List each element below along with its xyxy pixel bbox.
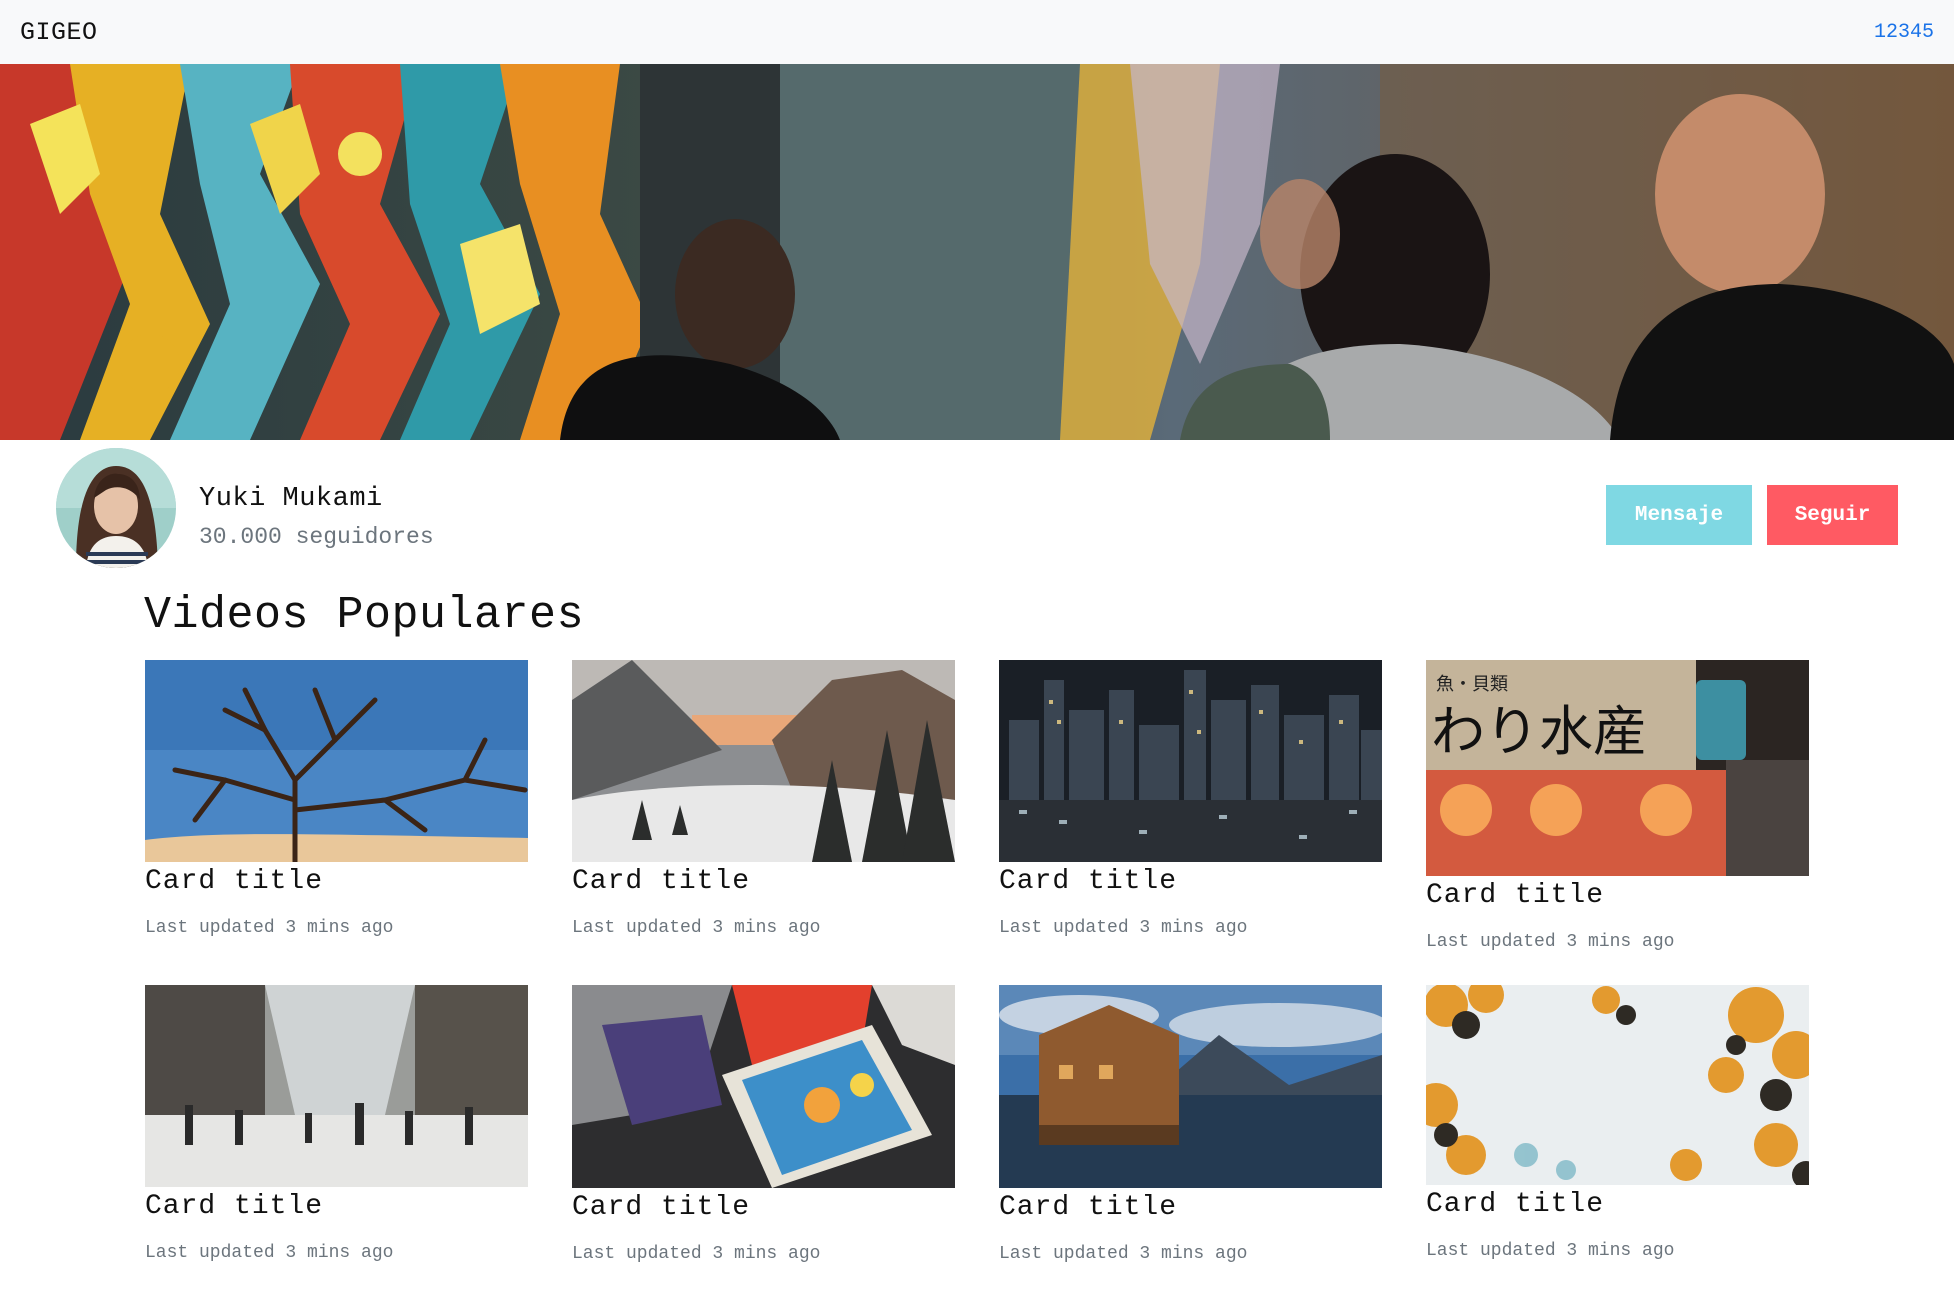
profile-banner-image: [0, 64, 1954, 440]
video-card[interactable]: Card title Last updated 3 mins ago: [572, 660, 955, 938]
card-image-city-night[interactable]: [999, 660, 1382, 862]
card-image-snowy-valley[interactable]: [572, 660, 955, 862]
section-title: Videos Populares: [144, 590, 585, 641]
followers-count: 30.000 seguidores: [199, 524, 434, 550]
video-card[interactable]: Card title Last updated 3 mins ago: [572, 985, 955, 1264]
video-card[interactable]: Card title Last updated 3 mins ago: [999, 985, 1382, 1264]
avatar[interactable]: [56, 448, 176, 568]
follow-button[interactable]: Seguir: [1767, 485, 1898, 545]
card-meta: Last updated 3 mins ago: [999, 918, 1248, 938]
card-title: Card title: [1426, 880, 1605, 911]
brand-logo[interactable]: GIGEO: [20, 18, 98, 47]
card-title: Card title: [572, 866, 751, 897]
nav-link-12345[interactable]: 12345: [1874, 21, 1934, 44]
card-title: Card title: [572, 1192, 751, 1223]
card-title: Card title: [145, 1191, 324, 1222]
card-image-snowy-street[interactable]: [145, 985, 528, 1187]
card-meta: Last updated 3 mins ago: [572, 918, 821, 938]
card-title: Card title: [145, 866, 324, 897]
card-title: Card title: [1426, 1189, 1605, 1220]
message-button[interactable]: Mensaje: [1606, 485, 1752, 545]
card-image-japanese-shop[interactable]: 魚・貝類 わり水産: [1426, 660, 1809, 876]
navbar: GIGEO 12345: [0, 0, 1954, 64]
video-card[interactable]: Card title Last updated 3 mins ago: [999, 660, 1382, 938]
card-title: Card title: [999, 866, 1178, 897]
card-meta: Last updated 3 mins ago: [1426, 932, 1675, 952]
card-meta: Last updated 3 mins ago: [145, 918, 394, 938]
card-image-magazines[interactable]: [572, 985, 955, 1188]
video-card[interactable]: Card title Last updated 3 mins ago: [1426, 985, 1809, 1261]
card-meta: Last updated 3 mins ago: [145, 1243, 394, 1263]
video-card[interactable]: Card title Last updated 3 mins ago: [145, 660, 528, 938]
video-card[interactable]: 魚・貝類 わり水産 Card title Last updated 3 mins…: [1426, 660, 1809, 952]
card-image-lake-boathouse[interactable]: [999, 985, 1382, 1188]
profile-header: Yuki Mukami 30.000 seguidores Mensaje Se…: [56, 448, 1898, 568]
card-image-bare-tree[interactable]: [145, 660, 528, 862]
svg-text:魚・貝類: 魚・貝類: [1436, 674, 1508, 695]
video-card[interactable]: Card title Last updated 3 mins ago: [145, 985, 528, 1263]
card-meta: Last updated 3 mins ago: [572, 1244, 821, 1264]
card-image-autumn-leaves[interactable]: [1426, 985, 1809, 1185]
card-meta: Last updated 3 mins ago: [999, 1244, 1248, 1264]
card-title: Card title: [999, 1192, 1178, 1223]
card-meta: Last updated 3 mins ago: [1426, 1241, 1675, 1261]
svg-text:わり水産: わり水産: [1431, 700, 1647, 763]
profile-name: Yuki Mukami: [199, 484, 383, 514]
